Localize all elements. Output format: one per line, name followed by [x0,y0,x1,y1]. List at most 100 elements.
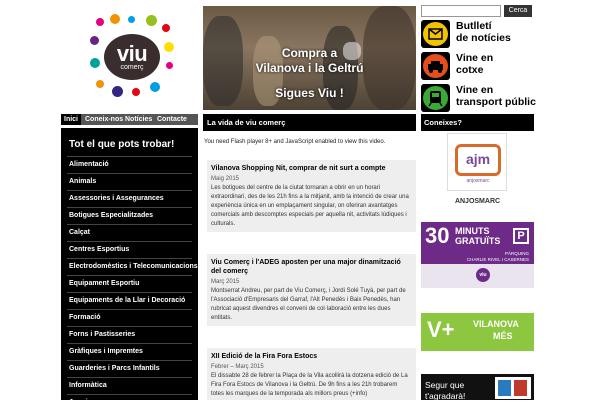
flash-notice: You need Flash player 8+ and JavaScript … [204,139,386,145]
sidebar-item-centres-esportius[interactable]: Centres Esportius [69,246,129,253]
sidebar-item-joguines[interactable]: Joguines [69,399,100,406]
promo-line-1: Vine en [456,52,494,64]
search-input[interactable] [421,5,501,17]
car-promo[interactable]: Vine en cotxe [421,52,541,80]
sidebar-item-botigues[interactable]: Botigues Especialitzades [69,212,153,219]
logo-dot [96,80,104,88]
vilanova-mes-ad[interactable]: V+ VILANOVA MÉS [421,313,534,351]
site-logo[interactable]: viu comerç [88,12,176,102]
divider [67,275,192,276]
news-item[interactable]: XII Edició de la Fira Fora Estocs Febrer… [207,348,416,400]
news-body: Les botigues del centre de la ciutat tor… [211,185,409,227]
divider [67,190,192,191]
sidebar-title: Tot el que pots trobar! [69,139,175,150]
news-title[interactable]: Viu Comerç i l'ADEG aposten per una majo… [211,258,410,276]
promo-line-2: transport públic [456,96,536,108]
sidebar-item-formacio[interactable]: Formació [69,314,101,321]
tab-contacte[interactable]: Contacte [157,114,197,125]
logo-dot [90,36,99,45]
segur-image-block [514,380,527,396]
divider [67,309,192,310]
logo-dot [128,16,135,23]
vplus-mark: V+ [427,317,455,342]
car-icon [421,52,450,80]
banner-line-2: Vilanova i la Geltrú [255,61,364,75]
anjosmarc-sub: anjosmarc [466,178,490,184]
sidebar-item-informatica[interactable]: Informàtica [69,382,107,389]
divider [67,224,192,225]
sidebar-item-assessories[interactable]: Assessories i Assegurances [69,195,164,202]
logo-dot [150,82,160,92]
news-item[interactable]: Vilanova Shopping Nit, comprar de nit su… [207,160,416,232]
transport-promo[interactable]: Vine en transport públic [421,84,541,112]
segur-image-block [498,380,511,396]
divider [67,258,192,259]
promo-line-1: Vine en [456,84,494,96]
sidebar-item-animals[interactable]: Animals [69,178,96,185]
train-icon [421,84,450,112]
news-body: El dissabte 28 de febrer la Plaça de la … [211,373,408,397]
tab-coneix-nos[interactable]: Coneix-nos [85,114,125,125]
divider [67,173,192,174]
sidebar-item-calcat[interactable]: Calçat [69,229,90,236]
divider [67,394,192,395]
newsletter-promo[interactable]: Butlletí de notícies [421,20,541,48]
sidebar-item-equipaments-llar[interactable]: Equipaments de la Llar i Decoració [69,297,185,304]
sidebar-item-electrodomestics[interactable]: Electrodomèstics i Telecomunicacions [69,263,198,270]
banner-line-1: Compra a [281,46,338,60]
logo-dot [166,62,173,69]
anjosmarc-logo[interactable]: ajm anjosmarc [447,133,507,191]
main-nav: Inici Coneix-nos Notícies Contacte [61,114,198,125]
parking-icon: P [513,228,529,244]
divider [67,360,192,361]
sidebar-item-grafiques[interactable]: Gràfiques i Impremtes [69,348,143,355]
promo-line-2: cotxe [456,64,484,76]
sidebar-item-equipament-esportiu[interactable]: Equipament Esportiu [69,280,139,287]
divider [67,292,192,293]
divider [67,326,192,327]
hero-banner[interactable]: Compra a Vilanova i la Geltrú Sigues Viu… [203,6,416,110]
logo-dot [112,86,123,97]
parking-line-1: MINUTS [455,226,490,236]
logo-dot [96,18,104,26]
anjosmarc-mark: ajm [455,144,501,176]
divider [67,343,192,344]
section-heading: La vida de viu comerç [203,114,416,131]
anjosmarc-label[interactable]: ANJOSMARC [421,198,534,205]
segur-image [495,377,531,399]
sidebar-item-guarderies[interactable]: Guarderies i Parcs Infantils [69,365,160,372]
segur-ad[interactable]: Segur que t'agradarà! [421,374,534,400]
tab-noticies[interactable]: Notícies [125,114,157,125]
logo-subtitle: comerç [120,64,144,71]
parking-line-2: GRATUÏTS [455,236,501,246]
sidebar-item-forns[interactable]: Forns i Pastisseries [69,331,135,338]
sidebar-item-alimentacio[interactable]: Alimentació [69,161,109,168]
viu-badge: viu [476,268,490,282]
news-date: Febrer – Març 2015 [211,364,264,370]
news-title[interactable]: XII Edició de la Fira Fora Estocs [211,352,410,361]
logo-dot [110,14,120,24]
search-button[interactable]: Cerca [504,5,532,17]
news-body: Montserrat Andreu, per part de Viu Comer… [211,288,406,321]
promo-line-1: Butlletí [456,20,492,32]
logo-dot [146,15,157,26]
logo-dot [164,42,174,52]
news-item[interactable]: Viu Comerç i l'ADEG aposten per una majo… [207,254,416,326]
parking-ad[interactable]: 30 MINUTS GRATUÏTS P PÀRQUING CHARLIE RI… [421,222,534,288]
vplus-word-1: VILANOVA [473,319,519,329]
news-date: Maig 2015 [211,176,240,182]
news-title[interactable]: Vilanova Shopping Nit, comprar de nit su… [211,164,410,173]
envelope-icon [421,20,450,48]
banner-line-3: Sigues Viu ! [275,86,344,100]
parking-place-2: CHARLIE RIVEL I CASERNES [466,257,529,262]
news-date: Març 2015 [211,279,240,285]
logo-word: viu [116,41,148,66]
divider [67,156,192,157]
parking-number: 30 [425,223,450,248]
logo-dot [90,58,100,68]
tab-inici[interactable]: Inici [61,114,81,125]
right-heading: Coneixes? [421,114,534,131]
logo-dot [162,24,170,32]
segur-line-2: t'agradarà! [425,391,466,400]
segur-line-1: Segur que [425,380,465,390]
